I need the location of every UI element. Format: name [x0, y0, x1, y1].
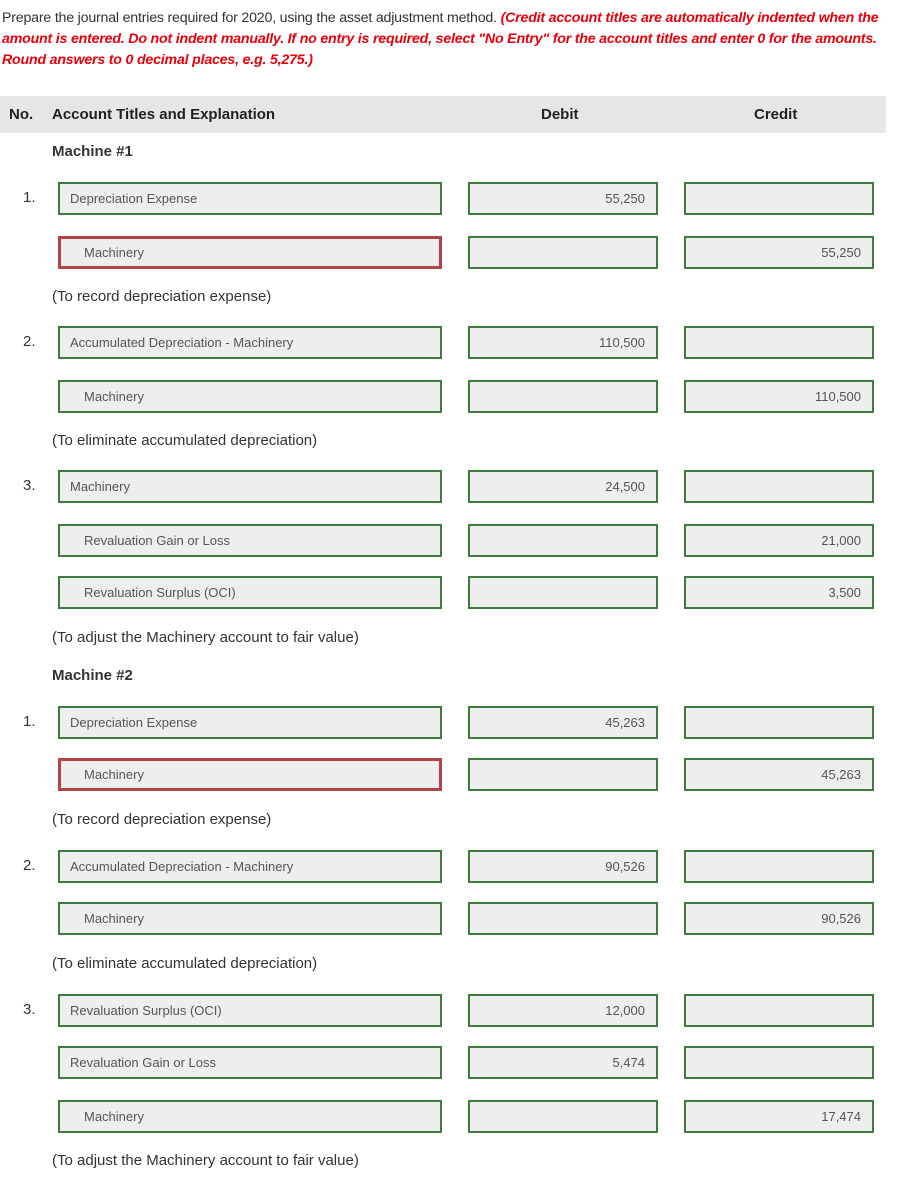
entry-explanation: (To record depreciation expense) [52, 811, 272, 828]
debit-field[interactable] [468, 576, 658, 609]
account-field[interactable]: Machinery [58, 380, 442, 413]
credit-field[interactable] [684, 182, 874, 215]
account-field[interactable]: Machinery [58, 470, 442, 503]
credit-field[interactable]: 90,526 [684, 902, 874, 935]
entry-number: 2. [23, 333, 36, 350]
header-account: Account Titles and Explanation [52, 106, 276, 123]
entry-explanation: (To eliminate accumulated depreciation) [52, 955, 318, 972]
credit-field[interactable]: 3,500 [684, 576, 874, 609]
credit-field[interactable]: 21,000 [684, 524, 874, 557]
entry-explanation: (To adjust the Machinery account to fair… [52, 1152, 359, 1169]
debit-field[interactable] [468, 1100, 658, 1133]
instructions: Prepare the journal entries required for… [2, 8, 892, 71]
table-header: No. Account Titles and Explanation Debit… [0, 96, 886, 133]
debit-field[interactable] [468, 380, 658, 413]
account-field[interactable]: Depreciation Expense [58, 182, 442, 215]
account-field[interactable]: Revaluation Surplus (OCI) [58, 994, 442, 1027]
account-field[interactable]: Machinery [58, 902, 442, 935]
account-field[interactable]: Revaluation Gain or Loss [58, 524, 442, 557]
header-debit: Debit [541, 106, 579, 123]
credit-field[interactable] [684, 470, 874, 503]
account-field-incorrect[interactable]: Machinery [58, 236, 442, 269]
debit-field[interactable]: 90,526 [468, 850, 658, 883]
account-field[interactable]: Accumulated Depreciation - Machinery [58, 326, 442, 359]
header-credit: Credit [754, 106, 798, 123]
debit-field[interactable] [468, 236, 658, 269]
header-no: No. [9, 106, 34, 123]
credit-field[interactable]: 17,474 [684, 1100, 874, 1133]
entry-explanation: (To eliminate accumulated depreciation) [52, 432, 318, 449]
credit-field[interactable] [684, 326, 874, 359]
account-field[interactable]: Depreciation Expense [58, 706, 442, 739]
debit-field[interactable] [468, 758, 658, 791]
account-field[interactable]: Revaluation Gain or Loss [58, 1046, 442, 1079]
debit-field[interactable]: 55,250 [468, 182, 658, 215]
section-title: Machine #1 [52, 143, 133, 160]
account-field[interactable]: Accumulated Depreciation - Machinery [58, 850, 442, 883]
debit-field[interactable]: 12,000 [468, 994, 658, 1027]
entry-explanation: (To adjust the Machinery account to fair… [52, 629, 359, 646]
credit-field[interactable] [684, 706, 874, 739]
debit-field[interactable] [468, 524, 658, 557]
entry-number: 2. [23, 857, 36, 874]
credit-field[interactable]: 45,263 [684, 758, 874, 791]
debit-field[interactable]: 5,474 [468, 1046, 658, 1079]
account-field[interactable]: Machinery [58, 1100, 442, 1133]
entry-explanation: (To record depreciation expense) [52, 288, 272, 305]
account-field-incorrect[interactable]: Machinery [58, 758, 442, 791]
account-field[interactable]: Revaluation Surplus (OCI) [58, 576, 442, 609]
entry-number: 1. [23, 189, 36, 206]
debit-field[interactable]: 45,263 [468, 706, 658, 739]
section-title: Machine #2 [52, 667, 133, 684]
debit-field[interactable]: 110,500 [468, 326, 658, 359]
debit-field[interactable] [468, 902, 658, 935]
credit-field[interactable]: 55,250 [684, 236, 874, 269]
credit-field[interactable]: 110,500 [684, 380, 874, 413]
entry-number: 3. [23, 477, 36, 494]
credit-field[interactable] [684, 1046, 874, 1079]
credit-field[interactable] [684, 850, 874, 883]
debit-field[interactable]: 24,500 [468, 470, 658, 503]
entry-number: 1. [23, 713, 36, 730]
instructions-text: Prepare the journal entries required for… [2, 10, 501, 26]
entry-number: 3. [23, 1001, 36, 1018]
credit-field[interactable] [684, 994, 874, 1027]
